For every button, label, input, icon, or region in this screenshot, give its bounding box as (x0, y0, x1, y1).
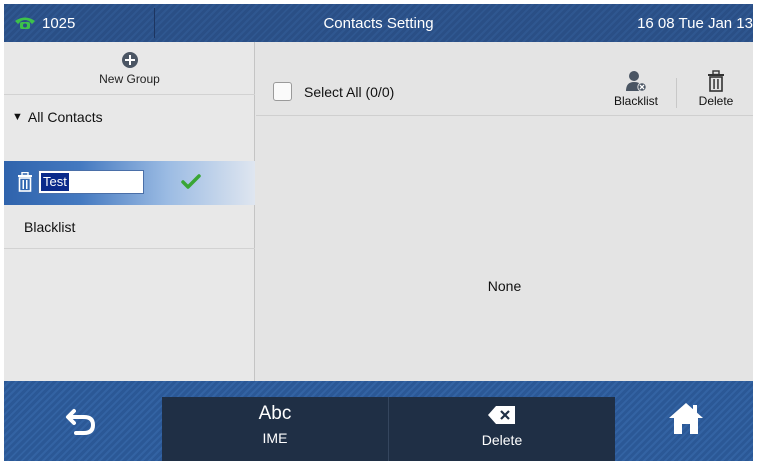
blacklist-person-icon (626, 71, 647, 92)
softkey-group: Abc IME Delete (162, 397, 615, 461)
blacklist-button-label: Blacklist (613, 94, 658, 108)
main-content: New Group ▼ All Contacts Test Blacklist … (4, 42, 753, 381)
blacklist-button[interactable]: Blacklist (606, 70, 666, 108)
all-contacts-item[interactable]: ▼ All Contacts (4, 94, 255, 138)
editing-group-row[interactable]: Test (4, 161, 255, 205)
plus-circle-icon (122, 52, 138, 68)
blacklist-item-label: Blacklist (24, 218, 76, 235)
checkmark-icon[interactable] (181, 174, 201, 190)
group-name-value: Test (41, 173, 69, 191)
all-contacts-label: All Contacts (27, 108, 103, 125)
contacts-toolbar: Select All (0/0) Blacklist Delete (256, 42, 753, 116)
sidebar-item-blacklist[interactable]: Blacklist (4, 205, 255, 249)
contacts-pane: Select All (0/0) Blacklist Delete None (256, 42, 753, 381)
status-bar: 1025 Contacts Setting 16 08 Tue Jan 13 (4, 4, 753, 42)
delete-softkey[interactable]: Delete (389, 405, 615, 449)
select-all-checkbox[interactable] (273, 82, 292, 101)
delete-button[interactable]: Delete (686, 70, 746, 108)
ime-mode-label: Abc (258, 403, 292, 424)
backspace-icon (488, 406, 515, 424)
ime-softkey[interactable]: Abc IME (162, 403, 388, 447)
group-name-input[interactable]: Test (38, 170, 144, 194)
select-all-label[interactable]: Select All (0/0) (304, 82, 394, 102)
phone-screen: 1025 Contacts Setting 16 08 Tue Jan 13 N… (4, 4, 753, 461)
trash-icon[interactable] (17, 172, 33, 192)
group-list-pane: New Group ▼ All Contacts Test Blacklist (4, 42, 255, 381)
back-arrow-icon[interactable] (64, 403, 100, 439)
delete-softkey-label: Delete (481, 432, 523, 448)
toolbar-divider (676, 78, 677, 108)
date-time: 16 08 Tue Jan 13 (637, 14, 753, 32)
ime-label: IME (262, 430, 288, 446)
softkey-bar: Abc IME Delete (4, 381, 753, 461)
empty-list-text: None (487, 278, 522, 294)
trash-icon (708, 70, 724, 92)
home-icon[interactable] (666, 399, 706, 439)
new-group-label: New Group (99, 72, 160, 86)
new-group-button[interactable]: New Group (4, 42, 255, 94)
expand-triangle-icon: ▼ (12, 110, 23, 123)
delete-button-label: Delete (698, 94, 734, 108)
